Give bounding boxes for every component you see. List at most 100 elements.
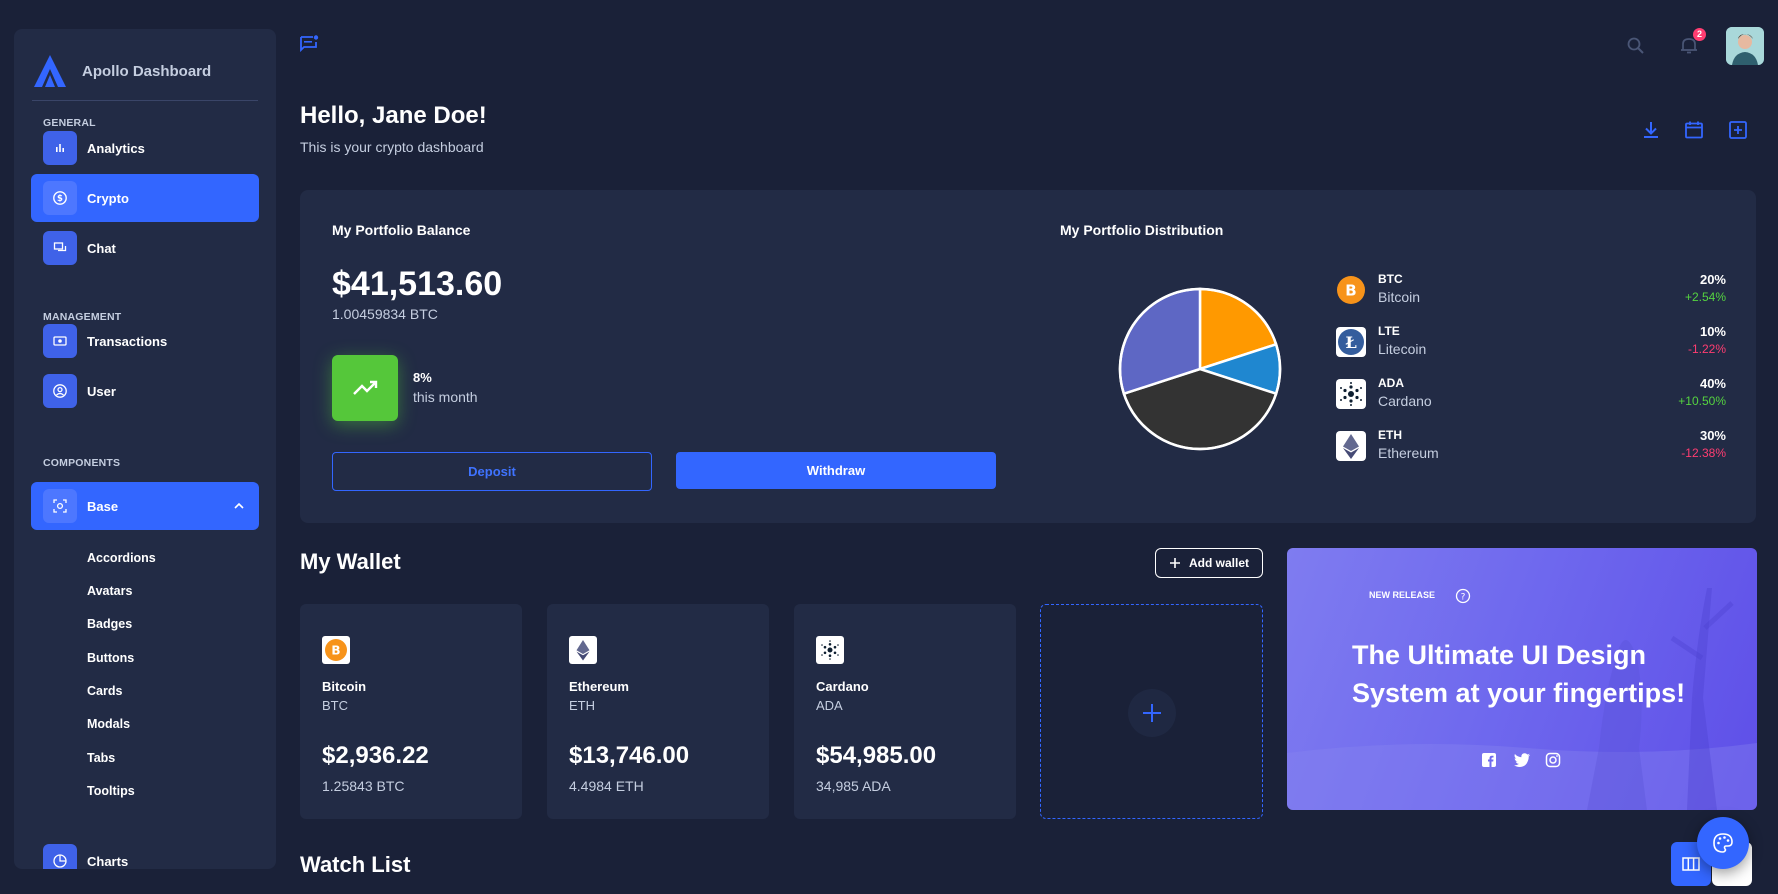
sidebar-item-transactions[interactable]: Transactions [31,317,259,365]
brand-name: Apollo Dashboard [82,62,212,80]
sidebar-item-crypto[interactable]: $ Crypto [31,174,259,222]
section-title-components: COMPONENTS [43,457,121,469]
sidebar-subitem-modals[interactable]: Modals [87,717,130,731]
coin-change: -12.38% [1681,446,1726,460]
sidebar-item-label: Chat [87,240,116,256]
facebook-icon[interactable] [1481,752,1499,770]
portfolio-balance-title: My Portfolio Balance [332,222,471,238]
page-subtitle: This is your crypto dashboard [300,139,484,155]
watchlist-title: Watch List [300,852,411,877]
coin-row-btc: B BTC Bitcoin 20% +2.54% [1336,272,1726,312]
wallet-coin-name: Cardano [816,679,869,694]
svg-text:B: B [1345,282,1356,300]
coin-symbol: ADA [1378,376,1404,390]
ethereum-icon [569,636,597,664]
svg-text:$: $ [57,194,63,204]
portfolio-balance: $41,513.60 [332,265,503,303]
sidebar-subitem-tooltips[interactable]: Tooltips [87,784,135,798]
wallet-coin-symbol: BTC [322,698,348,713]
wallet-amount: 4.4984 ETH [569,778,644,794]
wallet-coin-name: Ethereum [569,679,629,694]
dollar-icon: $ [43,181,77,215]
add-wallet-card[interactable] [1040,604,1263,819]
coin-row-lte: Ł LTE Litecoin 10% -1.22% [1336,324,1726,364]
wallet-amount: 1.25843 BTC [322,778,405,794]
wallet-coin-symbol: ADA [816,698,843,713]
trend-indicator [332,355,398,421]
brand[interactable]: Apollo Dashboard [32,51,211,91]
user-icon [43,374,77,408]
sidebar: Apollo Dashboard GENERAL Analytics $ Cry… [14,29,276,869]
help-icon[interactable]: ? [1455,588,1471,604]
add-wallet-button[interactable]: Add wallet [1155,548,1263,578]
calendar-icon[interactable] [1683,119,1705,141]
download-icon[interactable] [1640,119,1662,141]
palette-icon [1713,833,1733,853]
trend-label: this month [413,389,478,405]
scan-icon [43,489,77,523]
chat-icon [43,231,77,265]
bitcoin-icon: B [322,636,350,664]
wallet-title: My Wallet [300,549,401,574]
svg-text:B: B [331,644,340,658]
sidebar-item-label: User [87,383,116,399]
coin-symbol: LTE [1378,324,1400,338]
plus-icon [1143,704,1161,722]
search-icon[interactable] [1625,35,1647,57]
wallet-card-ethereum[interactable]: Ethereum ETH $13,746.00 4.4984 ETH [547,604,769,819]
wallet-value: $13,746.00 [569,742,690,769]
sidebar-item-base[interactable]: Base [31,482,259,530]
sidebar-item-charts[interactable]: Charts [31,837,259,869]
bitcoin-icon: B [1336,275,1366,305]
distribution-pie-chart [1118,287,1282,451]
page-title: Hello, Jane Doe! [300,102,487,129]
trend-percent: 8% [413,370,432,385]
sidebar-item-chat[interactable]: Chat [31,224,259,272]
sidebar-subitem-tabs[interactable]: Tabs [87,751,115,765]
coin-percent: 30% [1699,428,1726,443]
message-icon[interactable] [298,33,320,55]
promo-tag: NEW RELEASE [1369,590,1436,600]
instagram-icon[interactable] [1545,752,1563,770]
sidebar-item-analytics[interactable]: Analytics [31,124,259,172]
sidebar-subitem-accordions[interactable]: Accordions [87,551,156,565]
coin-symbol: BTC [1378,272,1403,286]
columns-icon [1682,857,1700,871]
apollo-logo-icon [34,55,66,87]
sidebar-item-user[interactable]: User [31,367,259,415]
theme-customizer-button[interactable] [1697,817,1749,869]
svg-text:?: ? [1461,593,1466,603]
withdraw-button[interactable]: Withdraw [676,452,996,489]
wallet-coin-name: Bitcoin [322,679,367,694]
app-root: Apollo Dashboard GENERAL Analytics $ Cry… [0,0,1778,894]
coin-row-eth: ETH Ethereum 30% -12.38% [1336,428,1726,468]
wallet-card-bitcoin[interactable]: B Bitcoin BTC $2,936.22 1.25843 BTC [300,604,522,819]
user-photo-icon [1726,27,1764,65]
sidebar-subitem-badges[interactable]: Badges [87,617,132,631]
sidebar-subitem-buttons[interactable]: Buttons [87,651,134,665]
coin-change: +2.54% [1684,290,1726,304]
sidebar-subitem-avatars[interactable]: Avatars [87,584,132,598]
trending-up-icon [353,380,378,395]
cardano-icon [1336,379,1366,409]
sidebar-item-label: Transactions [87,333,168,349]
coin-percent: 10% [1699,324,1726,339]
portfolio-distribution-title: My Portfolio Distribution [1060,222,1224,238]
add-box-icon[interactable] [1727,119,1749,141]
deposit-button[interactable]: Deposit [332,452,652,491]
wallet-card-cardano[interactable]: Cardano ADA $54,985.00 34,985 ADA [794,604,1016,819]
wallet-amount: 34,985 ADA [816,778,891,794]
coin-name: Cardano [1378,393,1432,409]
coin-row-ada: ADA Cardano 40% +10.50% [1336,376,1726,416]
notification-badge: 2 [1693,28,1706,41]
cardano-icon [816,636,844,664]
twitter-icon[interactable] [1513,752,1531,770]
coin-change: +10.50% [1678,394,1726,408]
coin-name: Ethereum [1378,445,1439,461]
plus-icon [1169,558,1180,568]
avatar[interactable] [1726,27,1764,65]
chevron-up-icon [234,502,244,509]
sidebar-subitem-cards[interactable]: Cards [87,684,122,698]
promo-banner[interactable]: NEW RELEASE ? The Ultimate UI Design Sys… [1287,548,1757,810]
ethereum-icon [1336,431,1366,461]
